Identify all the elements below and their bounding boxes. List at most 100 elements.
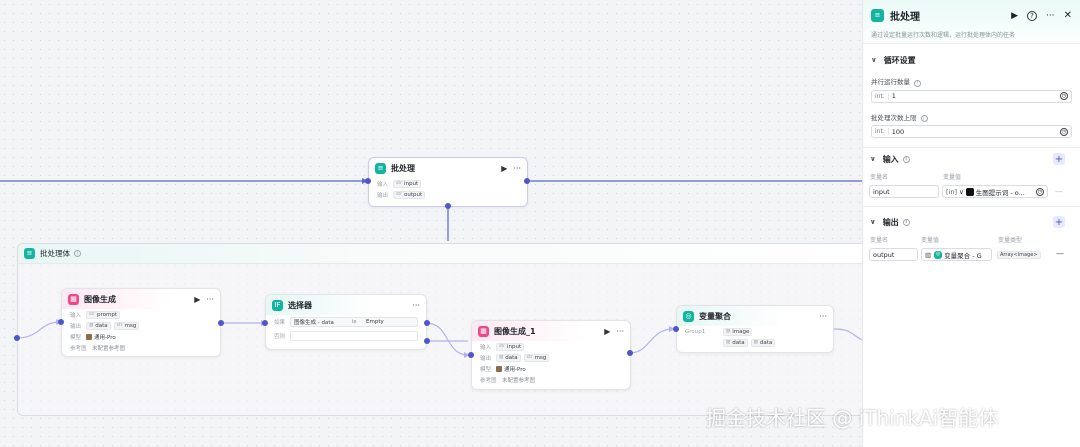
- help-icon[interactable]: ?: [1027, 10, 1038, 21]
- aggregator-in-handle[interactable]: [673, 326, 679, 332]
- batch-body-header: ≡ 批处理体 i: [18, 244, 866, 264]
- image-gen-in-handle[interactable]: [58, 319, 64, 325]
- watermark: 掘金技术社区 @ iThinkAi智能体: [706, 406, 999, 430]
- batch-out-handle[interactable]: [524, 178, 530, 184]
- parallel-input[interactable]: int. 1 ◷: [871, 89, 1072, 103]
- if-icon: IF: [272, 299, 283, 311]
- node-row: 输入 str input: [472, 341, 630, 352]
- selector-node[interactable]: IF 选择器 ··· 如果 图像生成 - data is Empty 否则: [265, 294, 427, 350]
- batch-body-title: 批处理体: [40, 249, 70, 258]
- remove-input-icon[interactable]: —: [1055, 187, 1063, 196]
- node-row: 参考图 未配置参考图: [70, 345, 126, 352]
- image-gen-node[interactable]: ▦ 图像生成 ▶ ··· 输入 str prompt 输出 ▧ data str msg 模…: [61, 288, 221, 357]
- more-icon[interactable]: ···: [412, 301, 420, 310]
- aggregator-group-row: Group1 ▧ image: [677, 326, 833, 337]
- var-value-col: 变量值: [943, 174, 962, 181]
- close-icon[interactable]: ✕: [1064, 10, 1072, 21]
- remove-output-icon[interactable]: —: [1056, 249, 1064, 258]
- loop-settings-section[interactable]: ∨ 循环设置: [863, 53, 1080, 67]
- selector-header: IF 选择器 ···: [266, 295, 426, 315]
- add-input-button[interactable]: +: [1053, 153, 1065, 165]
- selector-else-row: 否则: [266, 328, 426, 343]
- batch-node-title: 批处理: [391, 163, 415, 173]
- image-icon: ▦: [478, 325, 489, 337]
- chevron-down-icon: ∨: [870, 218, 876, 226]
- var-name-col: 变量名: [870, 174, 889, 181]
- layers-icon: ≡: [871, 9, 884, 22]
- more-icon[interactable]: ···: [616, 327, 624, 336]
- input-name-field[interactable]: input: [869, 185, 939, 198]
- variable-icon[interactable]: ◷: [1060, 92, 1068, 100]
- max-input[interactable]: int. 100 ◷: [871, 125, 1072, 138]
- output-section[interactable]: ∨ 输出 i: [862, 215, 1062, 229]
- output-name-field[interactable]: output: [869, 248, 918, 261]
- batch-input-row: 输入 str input: [369, 178, 527, 189]
- more-icon[interactable]: ···: [513, 164, 521, 173]
- more-icon[interactable]: ···: [1046, 11, 1055, 21]
- run-icon[interactable]: ▶: [194, 295, 200, 304]
- variable-icon[interactable]: ◷: [1036, 187, 1044, 196]
- panel-header: ≡ 批处理 ▶ ? ··· ✕ 通过设定批量运行次数和逻辑，运行批处理体内的任务: [863, 0, 1080, 44]
- input-value-field[interactable]: [in] ∨ 生图提示词 - o... ◷: [942, 185, 1048, 198]
- selector-in-handle[interactable]: [262, 320, 268, 326]
- chevron-down-icon: ∨: [959, 187, 964, 196]
- variable-icon[interactable]: ◷: [1060, 127, 1068, 136]
- image-gen-2-in-handle[interactable]: [468, 352, 474, 358]
- aggregate-icon: ◎: [934, 250, 943, 259]
- info-icon: i: [902, 155, 910, 163]
- out-type-col: 变量类型: [998, 237, 1023, 244]
- info-icon: i: [920, 115, 928, 122]
- layers-icon: ≡: [24, 248, 35, 259]
- var-tag: str output: [393, 190, 426, 199]
- group-start-handle[interactable]: [14, 335, 20, 341]
- node-icon: [965, 187, 974, 196]
- var-tag: str input: [393, 179, 422, 188]
- node-row: 输出 ▧ data str msg: [472, 352, 630, 363]
- aggregate-icon: ◎: [683, 310, 694, 322]
- run-icon[interactable]: ▶: [501, 164, 507, 173]
- add-output-button[interactable]: +: [1053, 216, 1065, 228]
- image-gen-2-node[interactable]: ▦ 图像生成_1 ▶ ··· 输入 str input 输出 ▧ data str msg …: [471, 320, 631, 390]
- info-icon: i: [914, 79, 921, 87]
- input-section[interactable]: ∨ 输入 i: [862, 152, 1062, 166]
- out-name-col: 变量名: [870, 237, 889, 244]
- output-value-field[interactable]: ▧ ◎ 变量聚合 - G: [921, 248, 992, 261]
- image-gen-out-handle[interactable]: [218, 320, 224, 326]
- image-gen-2-out-handle[interactable]: [627, 350, 633, 356]
- max-label: 批处理次数上限 i: [863, 112, 1080, 122]
- chevron-down-icon: ∨: [871, 56, 877, 64]
- layers-icon: ≡: [375, 162, 386, 174]
- output-type-tag: Array<Image>: [997, 251, 1041, 259]
- run-icon[interactable]: ▶: [604, 327, 610, 336]
- aggregator-vars-row: ▧ data ▧ data: [677, 337, 833, 348]
- parallel-label: 并行运行数量 i: [863, 76, 1080, 87]
- batch-output-row: 输出 str output: [369, 189, 527, 200]
- more-icon[interactable]: ···: [819, 312, 827, 321]
- node-row: 参考图 未配置参考图: [480, 377, 536, 384]
- batch-node-header: ≡ 批处理 ▶ ···: [369, 158, 527, 178]
- batch-in-handle[interactable]: [365, 178, 371, 184]
- info-icon[interactable]: i: [74, 250, 81, 257]
- info-icon: i: [902, 218, 910, 226]
- divider: [862, 206, 1080, 207]
- panel-description: 通过设定批量运行次数和逻辑，运行批处理体内的任务: [871, 32, 1016, 39]
- image-icon: ▦: [68, 293, 79, 305]
- image-type-icon: ▧: [925, 250, 932, 259]
- node-row: 输入 str prompt: [62, 309, 220, 320]
- node-row: 输出 ▧ data str msg: [62, 320, 220, 331]
- selector-if-handle[interactable]: [424, 320, 430, 326]
- panel-title: 批处理: [890, 12, 920, 23]
- image-gen-2-header: ▦ 图像生成_1 ▶ ···: [472, 321, 630, 341]
- chevron-down-icon: ∨: [870, 155, 876, 163]
- aggregator-node[interactable]: ◎ 变量聚合 ··· Group1 ▧ image ▧ data ▧ data: [676, 305, 834, 353]
- run-icon[interactable]: ▶: [1011, 11, 1018, 21]
- batch-node[interactable]: ≡ 批处理 ▶ ··· 输入 str input 输出 str output: [368, 157, 528, 207]
- selector-else-handle[interactable]: [424, 338, 430, 344]
- image-gen-header: ▦ 图像生成 ▶ ···: [62, 289, 220, 309]
- out-value-col: 变量值: [921, 237, 940, 244]
- selector-if-row: 如果 图像生成 - data is Empty: [266, 315, 426, 328]
- more-icon[interactable]: ···: [206, 295, 214, 304]
- aggregator-header: ◎ 变量聚合 ···: [677, 306, 833, 326]
- node-row: 模型 通用-Pro: [70, 334, 116, 341]
- batch-body-handle[interactable]: [445, 203, 451, 209]
